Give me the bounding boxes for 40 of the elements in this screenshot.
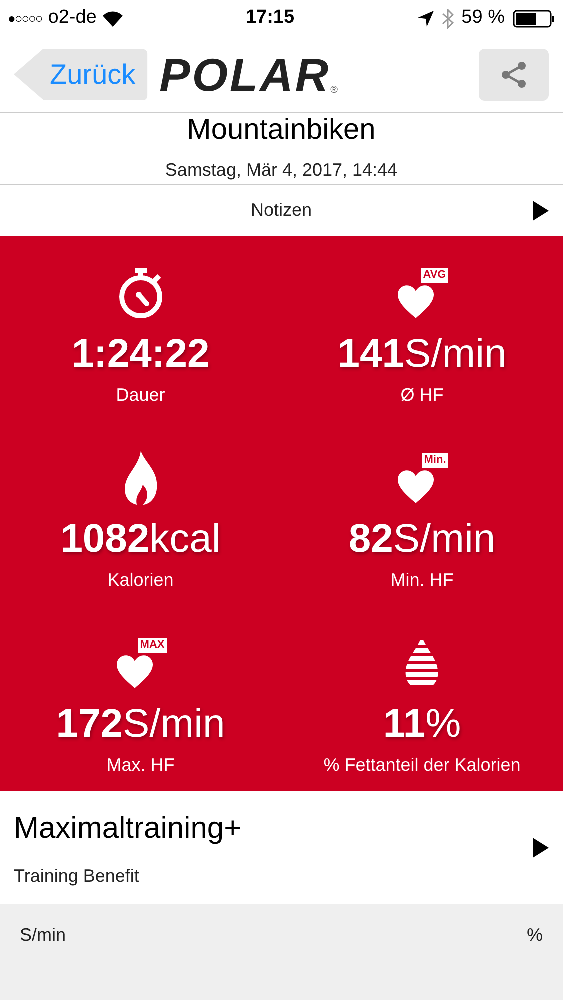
battery-icon [512,10,555,28]
metric-label: % Fettanteil der Kalorien [324,754,521,777]
registered-mark: ® [330,84,338,98]
metric-label: Ø HF [400,384,444,407]
axis-unit: % [526,924,543,947]
play-arrow-icon [533,200,549,220]
axis-unit: S/min [20,924,66,947]
stopwatch-icon [116,266,165,320]
metric-label: Max. HF [106,754,175,777]
play-arrow-icon [533,838,549,858]
activity-title: Mountainbiken [187,113,376,147]
flame-icon [122,451,159,505]
metric-value: 1082kcal [60,516,221,563]
metric-value: 11% [383,701,462,748]
wifi-icon [102,10,123,26]
activity-date: Samstag, Mär 4, 2017, 14:44 [165,159,398,182]
metric-label: Kalorien [108,569,174,592]
location-arrow-icon [418,10,434,26]
battery-percent: 59 % [462,6,505,30]
signal-strength: ●○○○○ [8,10,42,28]
metric-value: 1:24:22 [72,331,210,378]
clock: 17:15 [246,6,295,30]
heart-icon [396,469,436,505]
heart-icon [396,284,436,320]
training-benefit-row[interactable]: Maximaltraining+ Training Benefit [0,791,563,904]
metric-label: Dauer [116,384,166,407]
heart-icon [114,654,155,690]
share-icon [500,60,528,88]
share-button[interactable] [479,48,549,100]
metric-value: 141S/min [338,331,507,378]
logo: POLAR [160,52,331,98]
heart-badge: AVG [421,268,448,283]
metric-value: 172S/min [56,701,226,748]
metric-label: Min. HF [390,569,454,592]
heart-badge: MAX [138,638,167,653]
bluetooth-icon [442,8,454,28]
metric-value: 82S/min [348,516,496,563]
heart-badge: Min. [422,453,448,468]
carrier-name: o2-de [48,6,97,30]
notes-row[interactable]: Notizen [0,185,563,236]
